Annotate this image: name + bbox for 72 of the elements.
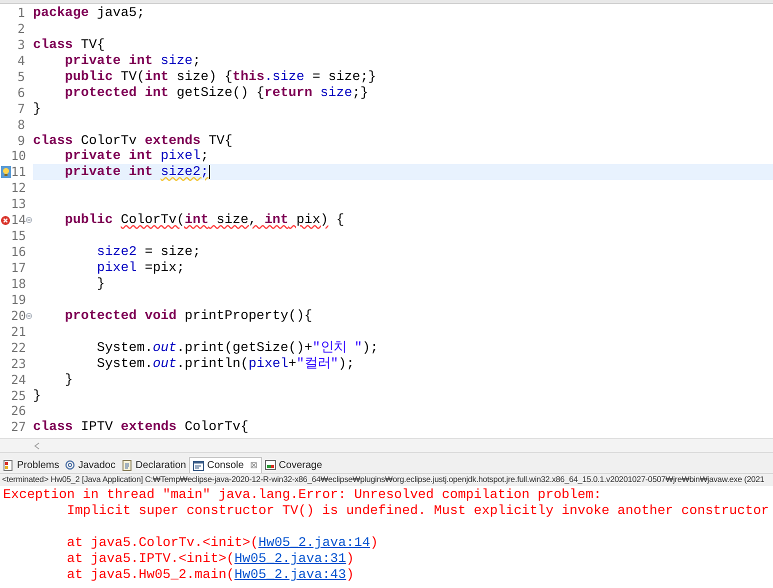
line-number: 6 (16, 84, 25, 101)
console-line: at java5.IPTV.<init>(Hw05_2.java:31) (66, 551, 354, 566)
stack-trace-link[interactable]: Hw05_2.java:31 (234, 551, 346, 566)
code-line: private int size2; (64, 164, 209, 180)
line-number: 17 (11, 260, 25, 276)
line-number: 20 (11, 308, 25, 324)
view-tab[interactable]: Javadoc (62, 457, 118, 473)
line-number: 3 (16, 36, 25, 53)
line-number: 11 (11, 164, 25, 180)
line-number: 14 (11, 212, 25, 228)
code-line: } (33, 388, 41, 404)
line-number: 27 (11, 419, 25, 436)
line-number: 22 (11, 340, 25, 356)
line-number: 21 (11, 324, 25, 340)
code-line: } (96, 276, 105, 292)
line-number: 16 (11, 244, 25, 260)
view-tab[interactable]: Declaration (118, 457, 190, 473)
line-number: 19 (11, 292, 25, 308)
line-number: 1 (16, 5, 25, 21)
code-line: public ColorTv(int size, int pix) { (64, 212, 344, 228)
lightbulb-icon[interactable] (0, 166, 10, 178)
close-icon[interactable]: ⊠ (250, 458, 258, 472)
line-number: 8 (16, 116, 25, 133)
line-number: 24 (11, 372, 25, 388)
line-number: 18 (11, 276, 25, 292)
line-number: 10 (11, 148, 25, 164)
line-number: 26 (11, 403, 25, 420)
code-line: class IPTV extends ColorTv{ (33, 419, 248, 436)
code-line: System.out.print(getSize()+"인치 "); (96, 340, 378, 356)
coverage-icon (264, 460, 276, 470)
line-number: 9 (16, 132, 25, 148)
stack-trace-link[interactable]: Hw05_2.java:43 (234, 567, 346, 582)
console-line: Exception in thread "main" java.lang.Error: Unresolved compilation problem: (3, 487, 602, 502)
code-line: package java5; (33, 5, 145, 21)
line-number: 4 (16, 52, 25, 69)
at-sign-icon (65, 460, 76, 470)
console-line: at java5.ColorTv.<init>(Hw05_2.java:14) (66, 535, 378, 550)
collapse-icon[interactable] (26, 217, 32, 224)
line-number: 5 (16, 68, 25, 85)
warning-list-icon (3, 460, 14, 470)
line-number: 2 (16, 20, 25, 37)
console-description: <terminated> Hw05_2 [Java Application] C:₩Temp₩eclipse-java-2020-12-R-win32-x86_64₩eclipse₩plugins₩org.eclipse.justj.openjdk.hotspot.jre.full.win32.x86_64_15.0.1.v20201027-0507₩jre₩bin₩javaw.exe (2021 (0, 474, 773, 486)
code-line: public TV(int size) {this.size = size;} (64, 68, 376, 85)
code-line: private int pixel; (64, 148, 209, 164)
code-line: size2 = size; (96, 244, 201, 260)
code-line: } (33, 100, 41, 117)
code-line: class ColorTv extends TV{ (33, 132, 233, 148)
line-number: 15 (11, 228, 25, 244)
line-number: 23 (11, 356, 25, 372)
line-number: 13 (11, 196, 25, 212)
view-tab[interactable]: Console ⊠ (189, 457, 262, 473)
console-line: Implicit super constructor TV() is undefined. Must explicitly invoke another constructor (66, 503, 770, 518)
line-number: 7 (16, 100, 25, 117)
console-line: at java5.Hw05_2.main(Hw05_2.java:43) (66, 567, 354, 582)
text-cursor (208, 165, 210, 180)
code-line: } (64, 372, 73, 388)
code-line: private int size; (64, 52, 201, 69)
stack-trace-link[interactable]: Hw05_2.java:14 (258, 535, 370, 550)
code-line: System.out.println(pixel+"컬러"); (96, 356, 354, 372)
error-icon[interactable] (1, 216, 10, 225)
line-number: 12 (11, 180, 25, 196)
collapse-icon[interactable] (26, 312, 32, 319)
view-tab[interactable]: Coverage (262, 457, 326, 473)
code-line: protected int getSize() {return size;} (64, 84, 368, 101)
code-line: protected void printProperty(){ (64, 308, 312, 324)
scroll-left-icon[interactable] (34, 442, 40, 450)
document-icon (122, 460, 132, 470)
line-number: 25 (11, 388, 25, 404)
console-icon (193, 460, 204, 470)
code-line: pixel =pix; (96, 260, 185, 276)
code-line: class TV{ (33, 36, 105, 53)
view-tab[interactable]: Problems (0, 457, 62, 473)
